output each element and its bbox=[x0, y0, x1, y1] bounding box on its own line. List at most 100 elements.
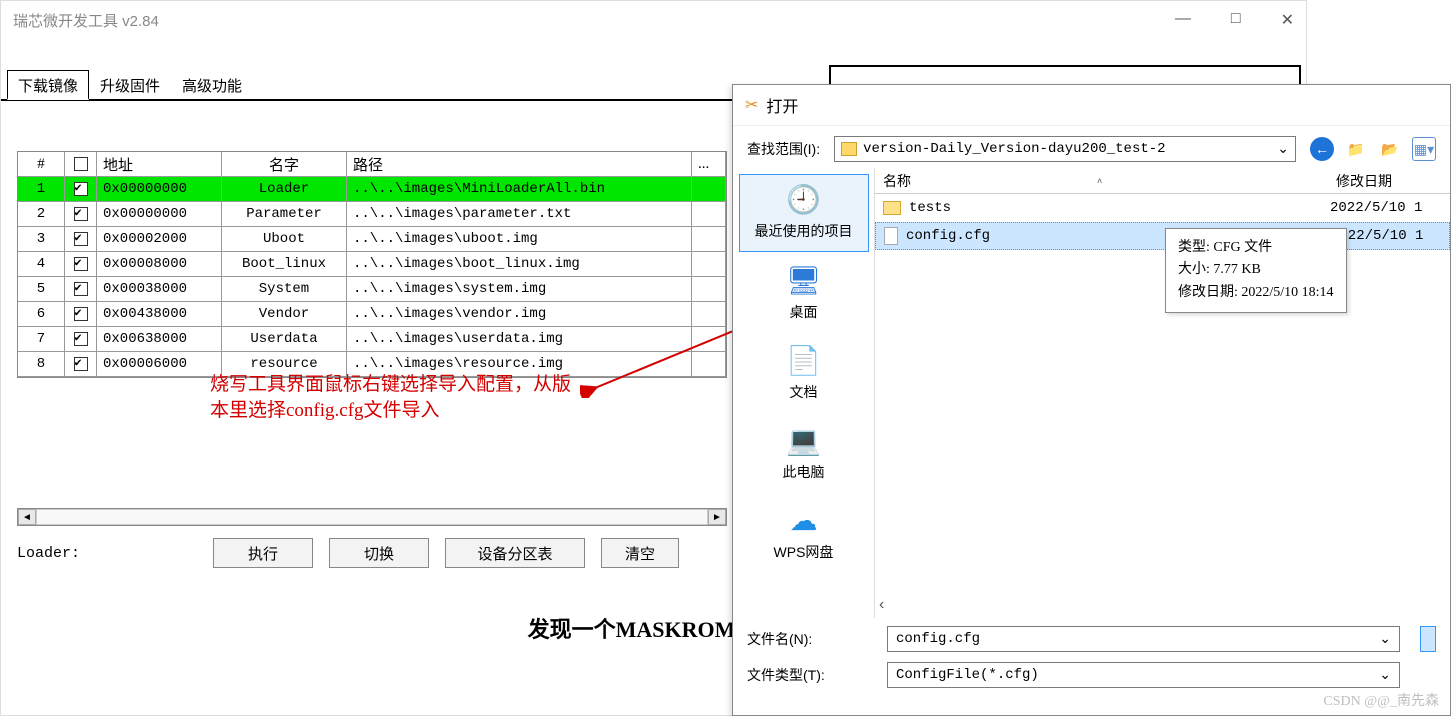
switch-button[interactable]: 切换 bbox=[329, 538, 429, 568]
row-address[interactable]: 0x00006000 bbox=[97, 352, 222, 376]
row-check[interactable] bbox=[65, 302, 97, 326]
checkbox-icon[interactable] bbox=[74, 257, 88, 271]
checkbox-icon[interactable] bbox=[74, 207, 88, 221]
col-check[interactable] bbox=[65, 152, 97, 176]
window-title: 瑞芯微开发工具 v2.84 bbox=[13, 10, 159, 31]
minimize-button[interactable]: — bbox=[1175, 10, 1191, 30]
back-icon[interactable]: ← bbox=[1310, 137, 1334, 161]
row-address[interactable]: 0x00038000 bbox=[97, 277, 222, 301]
scroll-left-icon[interactable]: ◄ bbox=[18, 509, 36, 525]
row-check[interactable] bbox=[65, 327, 97, 351]
row-path[interactable]: ..\..\images\system.img bbox=[347, 277, 692, 301]
row-extra[interactable] bbox=[692, 202, 726, 226]
filetype-combo[interactable]: ConfigFile(*.cfg) ⌄ bbox=[887, 662, 1400, 688]
col-extra[interactable]: ... bbox=[692, 152, 726, 176]
place-documents[interactable]: 📄 文档 bbox=[739, 336, 869, 412]
row-extra[interactable] bbox=[692, 302, 726, 326]
row-name[interactable]: System bbox=[222, 277, 347, 301]
file-row[interactable]: tests2022/5/10 1 bbox=[875, 194, 1450, 222]
scroll-right-icon[interactable]: ► bbox=[708, 509, 726, 525]
table-row[interactable]: 10x00000000Loader..\..\images\MiniLoader… bbox=[18, 177, 726, 202]
close-button[interactable]: ✕ bbox=[1281, 10, 1294, 30]
scroll-left-icon[interactable]: ‹ bbox=[875, 592, 888, 618]
tab-download-image[interactable]: 下载镜像 bbox=[7, 70, 89, 100]
row-extra[interactable] bbox=[692, 252, 726, 276]
chevron-down-icon[interactable]: ⌄ bbox=[1277, 141, 1289, 158]
row-path[interactable]: ..\..\images\userdata.img bbox=[347, 327, 692, 351]
tab-upgrade-firmware[interactable]: 升级固件 bbox=[89, 70, 171, 100]
execute-button[interactable]: 执行 bbox=[213, 538, 313, 568]
table-row[interactable]: 30x00002000Uboot..\..\images\uboot.img bbox=[18, 227, 726, 252]
checkbox-icon[interactable] bbox=[74, 157, 88, 171]
row-extra[interactable] bbox=[692, 327, 726, 351]
new-folder-icon[interactable]: 📂 bbox=[1378, 137, 1402, 161]
row-name[interactable]: Userdata bbox=[222, 327, 347, 351]
col-address[interactable]: 地址 bbox=[97, 152, 222, 176]
tooltip-date: 修改日期: 2022/5/10 18:14 bbox=[1178, 282, 1334, 304]
checkbox-icon[interactable] bbox=[74, 282, 88, 296]
table-row[interactable]: 40x00008000Boot_linux..\..\images\boot_l… bbox=[18, 252, 726, 277]
clear-button[interactable]: 清空 bbox=[601, 538, 679, 568]
col-name[interactable]: 名字 bbox=[222, 152, 347, 176]
place-desktop[interactable]: 🖥 桌面 bbox=[739, 256, 869, 332]
row-path[interactable]: ..\..\images\MiniLoaderAll.bin bbox=[347, 177, 692, 201]
col-modified[interactable]: 修改日期 bbox=[1330, 171, 1450, 191]
row-path[interactable]: ..\..\images\parameter.txt bbox=[347, 202, 692, 226]
checkbox-icon[interactable] bbox=[74, 307, 88, 321]
place-computer[interactable]: 💻 此电脑 bbox=[739, 416, 869, 492]
checkbox-icon[interactable] bbox=[74, 332, 88, 346]
row-address[interactable]: 0x00438000 bbox=[97, 302, 222, 326]
table-row[interactable]: 20x00000000Parameter..\..\images\paramet… bbox=[18, 202, 726, 227]
row-extra[interactable] bbox=[692, 227, 726, 251]
sort-indicator-icon: ˄ bbox=[1097, 176, 1102, 186]
row-address[interactable]: 0x00000000 bbox=[97, 202, 222, 226]
dialog-toolbar: 查找范围(I): version-Daily_Version-dayu200_t… bbox=[733, 126, 1450, 168]
row-name[interactable]: Parameter bbox=[222, 202, 347, 226]
col-index[interactable]: # bbox=[18, 152, 65, 176]
row-name[interactable]: Vendor bbox=[222, 302, 347, 326]
filename-input[interactable]: config.cfg ⌄ bbox=[887, 626, 1400, 652]
row-check[interactable] bbox=[65, 252, 97, 276]
maximize-button[interactable]: □ bbox=[1231, 10, 1241, 30]
row-name[interactable]: Uboot bbox=[222, 227, 347, 251]
table-row[interactable]: 60x00438000Vendor..\..\images\vendor.img bbox=[18, 302, 726, 327]
place-wps[interactable]: ☁ WPS网盘 bbox=[739, 496, 869, 572]
checkbox-icon[interactable] bbox=[74, 232, 88, 246]
row-check[interactable] bbox=[65, 202, 97, 226]
open-button-edge[interactable] bbox=[1420, 626, 1436, 652]
row-address[interactable]: 0x00638000 bbox=[97, 327, 222, 351]
table-row[interactable]: 50x00038000System..\..\images\system.img bbox=[18, 277, 726, 302]
tab-advanced[interactable]: 高级功能 bbox=[171, 70, 253, 100]
row-address[interactable]: 0x00000000 bbox=[97, 177, 222, 201]
view-menu-icon[interactable]: ▦▾ bbox=[1412, 137, 1436, 161]
row-check[interactable] bbox=[65, 352, 97, 376]
row-check[interactable] bbox=[65, 177, 97, 201]
lookin-combo[interactable]: version-Daily_Version-dayu200_test-2 ⌄ bbox=[834, 136, 1296, 162]
col-path[interactable]: 路径 bbox=[347, 152, 692, 176]
up-folder-icon[interactable]: 📁 bbox=[1344, 137, 1368, 161]
folder-icon bbox=[841, 142, 857, 156]
col-filename[interactable]: 名称 ˄ bbox=[875, 171, 1330, 191]
checkbox-icon[interactable] bbox=[74, 182, 88, 196]
row-extra[interactable] bbox=[692, 177, 726, 201]
row-extra[interactable] bbox=[692, 352, 726, 376]
row-name[interactable]: Loader bbox=[222, 177, 347, 201]
row-address[interactable]: 0x00008000 bbox=[97, 252, 222, 276]
row-path[interactable]: ..\..\images\boot_linux.img bbox=[347, 252, 692, 276]
partition-button[interactable]: 设备分区表 bbox=[445, 538, 585, 568]
row-check[interactable] bbox=[65, 227, 97, 251]
chevron-down-icon[interactable]: ⌄ bbox=[1379, 631, 1391, 648]
file-row[interactable]: config.cfg2022/5/10 1 bbox=[875, 222, 1450, 250]
table-row[interactable]: 70x00638000Userdata..\..\images\userdata… bbox=[18, 327, 726, 352]
checkbox-icon[interactable] bbox=[74, 357, 88, 371]
place-recent[interactable]: 🕘 最近使用的项目 bbox=[739, 174, 869, 252]
row-path[interactable]: ..\..\images\uboot.img bbox=[347, 227, 692, 251]
row-extra[interactable] bbox=[692, 277, 726, 301]
row-path[interactable]: ..\..\images\vendor.img bbox=[347, 302, 692, 326]
chevron-down-icon[interactable]: ⌄ bbox=[1379, 667, 1391, 684]
row-check[interactable] bbox=[65, 277, 97, 301]
row-address[interactable]: 0x00002000 bbox=[97, 227, 222, 251]
horizontal-scrollbar[interactable]: ◄ ► bbox=[17, 508, 727, 526]
scroll-track[interactable] bbox=[36, 509, 708, 525]
row-name[interactable]: Boot_linux bbox=[222, 252, 347, 276]
